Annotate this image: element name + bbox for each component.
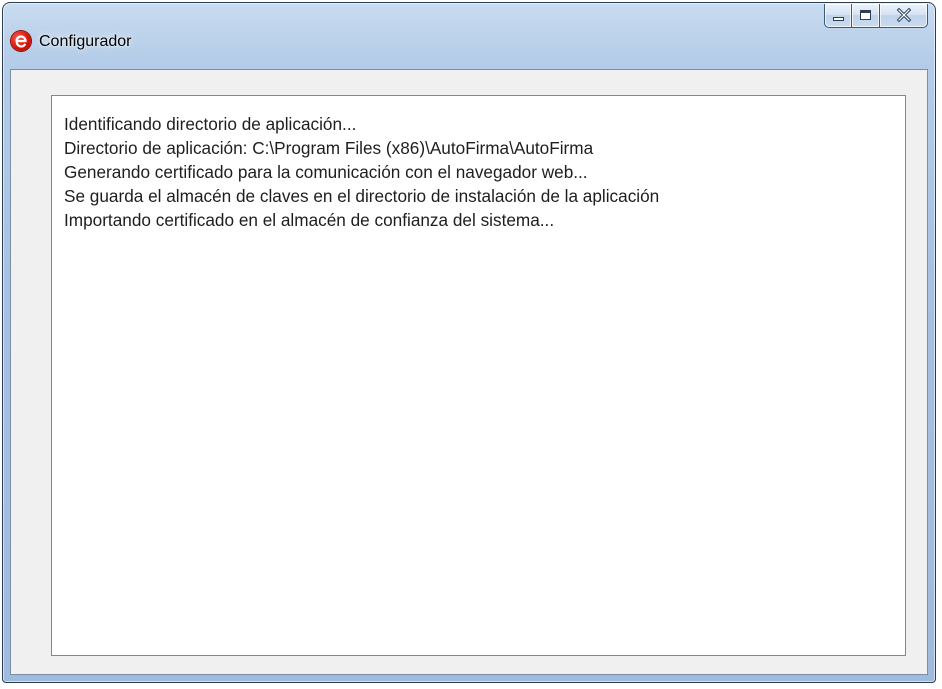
log-text-area[interactable]: Identificando directorio de aplicación..… (51, 95, 906, 656)
autofirma-logo-icon[interactable] (11, 31, 31, 51)
log-line: Se guarda el almacén de claves en el dir… (64, 186, 660, 206)
close-button[interactable] (880, 4, 928, 28)
log-line: Generando certificado para la comunicaci… (64, 162, 588, 182)
close-icon (896, 7, 912, 23)
minimize-button[interactable] (824, 4, 852, 28)
window-title: Configurador (39, 33, 132, 50)
window-controls (824, 4, 928, 28)
log-line: Identificando directorio de aplicación..… (64, 114, 357, 134)
log-line: Directorio de aplicación: C:\Program Fil… (64, 138, 594, 158)
configurador-window: Configurador Identificando directorio de… (2, 2, 936, 683)
log-line: Importando certificado en el almacén de … (64, 210, 555, 230)
minimize-icon (833, 17, 844, 21)
maximize-icon (860, 10, 871, 20)
client-area: Identificando directorio de aplicación..… (10, 69, 928, 675)
title-bar[interactable]: Configurador (3, 3, 935, 63)
maximize-button[interactable] (852, 4, 880, 28)
